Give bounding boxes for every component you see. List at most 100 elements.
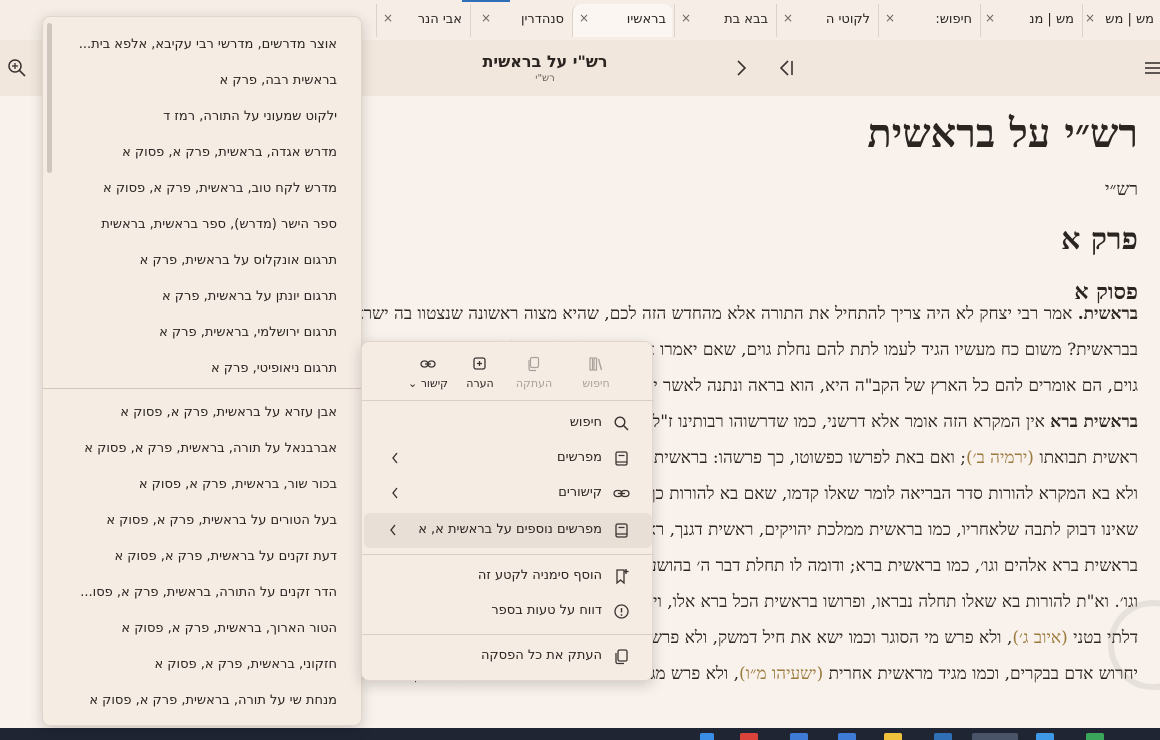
verse-reference[interactable]: (איוב ג׳) bbox=[1012, 628, 1067, 648]
related-texts-panel: אוצר מדרשים, מדרשי רבי עקיבא, אלפא בית..… bbox=[42, 16, 362, 726]
verse-reference[interactable]: (ישעיהו מ״ו) bbox=[739, 664, 823, 684]
copy-icon bbox=[615, 649, 628, 665]
related-text-item[interactable]: ילקוט שמעוני על התורה, רמז ד bbox=[57, 99, 337, 135]
related-text-item[interactable]: אברבנאל על תורה, בראשית, פרק א, פסוק א bbox=[57, 431, 337, 467]
close-icon[interactable]: × bbox=[579, 11, 589, 25]
taskbar-app-icon[interactable] bbox=[1086, 733, 1104, 740]
related-text-item[interactable]: תרגום יונתן על בראשית, פרק א bbox=[57, 279, 337, 315]
menu-item-label: מפרשים bbox=[556, 450, 602, 465]
tab-avi-haner[interactable]: אבי הנר × bbox=[376, 4, 468, 37]
tab-mesh-mesh[interactable]: מש | מש × bbox=[1082, 4, 1160, 37]
chevron-left-icon bbox=[392, 452, 398, 464]
taskbar-app-icon[interactable] bbox=[790, 733, 808, 740]
related-text-item[interactable]: ספר הישר (מדרש), ספר בראשית, בראשית bbox=[57, 207, 337, 243]
text-run: אמר רבי יצחק לא היה צריך להתחיל את התורה… bbox=[239, 304, 1078, 324]
toolbar-label: הערה bbox=[466, 377, 494, 390]
menu-item-more-commentaries[interactable]: מפרשים נוספים על בראשית א, א bbox=[364, 513, 652, 548]
context-menu: חיפוש העתקה הערה קישור ⌄ חיפוש מפרשים קי… bbox=[361, 341, 654, 681]
tab-label: חיפוש: bbox=[935, 12, 972, 27]
related-text-item[interactable]: בראשית רבה, פרק א bbox=[57, 63, 337, 99]
menu-item-commentaries[interactable]: מפרשים bbox=[364, 441, 652, 476]
book-icon bbox=[615, 451, 628, 466]
lemma-heading: בראשית ברא bbox=[1050, 412, 1138, 432]
book-icon bbox=[615, 523, 628, 538]
skip-to-end-icon[interactable] bbox=[774, 57, 796, 79]
scrollbar[interactable] bbox=[47, 23, 52, 173]
menu-item-label: הוסף סימניה לקטע זה bbox=[477, 568, 602, 583]
close-icon[interactable]: × bbox=[783, 11, 793, 25]
toolbar-copy-button[interactable]: העתקה bbox=[510, 356, 558, 396]
close-icon[interactable]: × bbox=[1085, 11, 1095, 25]
zoom-icon[interactable] bbox=[6, 57, 28, 79]
tab-bereshit[interactable]: בראשיו × bbox=[572, 4, 672, 37]
menu-item-search[interactable]: חיפוש bbox=[364, 406, 652, 441]
bookmark-add-icon bbox=[616, 569, 629, 585]
alert-icon bbox=[614, 604, 629, 619]
tab-label: בראשיו bbox=[626, 12, 666, 27]
toolbar-link-button[interactable]: קישור ⌄ bbox=[404, 356, 452, 396]
close-icon[interactable]: × bbox=[885, 11, 895, 25]
link-icon bbox=[613, 489, 630, 498]
header-subtitle: רש"י bbox=[535, 73, 555, 84]
related-text-item[interactable]: דעת זקנים על בראשית, פרק א, פסוק א bbox=[57, 539, 337, 575]
related-text-item[interactable]: תרגום ניאופיטי, פרק א bbox=[57, 351, 337, 387]
tab-bava-batra[interactable]: בבא בת × bbox=[674, 4, 774, 37]
chevron-right-icon[interactable] bbox=[730, 57, 752, 79]
book-title: רש״י על בראשית bbox=[867, 110, 1138, 157]
toolbar-label: קישור ⌄ bbox=[408, 377, 448, 390]
library-icon bbox=[589, 357, 603, 371]
close-icon[interactable]: × bbox=[681, 11, 691, 25]
tab-label: סנהדרין bbox=[520, 12, 564, 27]
related-text-item[interactable]: בכור שור, בראשית, פרק א, פסוק א bbox=[57, 467, 337, 503]
related-text-item[interactable]: הטור הארוך, בראשית, פרק א, פסוק א bbox=[57, 611, 337, 647]
text-run: יחרוש אדם בבקרים, וכמו מגיד מראשית אחרית bbox=[823, 664, 1138, 684]
verse-reference[interactable]: (ירמיה ב׳) bbox=[966, 448, 1034, 468]
text-line: בראשית. אמר רבי יצחק לא היה צריך להתחיל … bbox=[240, 296, 1138, 332]
related-text-item[interactable]: אוצר מדרשים, מדרשי רבי עקיבא, אלפא בית..… bbox=[57, 27, 337, 63]
menu-item-add-bookmark[interactable]: הוסף סימניה לקטע זה bbox=[364, 559, 652, 594]
menu-item-copy-paragraph[interactable]: העתק את כל הפסקה bbox=[364, 639, 652, 674]
toolbar-search-button[interactable]: חיפוש bbox=[572, 356, 620, 396]
tab-mesh-men[interactable]: מש | מנ × bbox=[980, 4, 1080, 37]
note-add-icon bbox=[473, 357, 486, 370]
taskbar-app-icon[interactable] bbox=[740, 733, 758, 740]
lemma-heading: בראשית. bbox=[1077, 304, 1138, 324]
tab-label: מש | מנ bbox=[1029, 12, 1074, 27]
tab-label: לקוטי ה bbox=[825, 12, 870, 27]
taskbar-app-icon[interactable] bbox=[972, 733, 1018, 740]
taskbar-app-icon[interactable] bbox=[884, 733, 902, 740]
taskbar-app-icon[interactable] bbox=[1036, 733, 1054, 740]
taskbar-app-icon[interactable] bbox=[700, 733, 714, 740]
taskbar-app-icon[interactable] bbox=[934, 733, 952, 740]
menu-item-label: חיפוש bbox=[569, 415, 602, 430]
menu-divider bbox=[362, 554, 654, 555]
toolbar-label: העתקה bbox=[515, 377, 553, 390]
close-icon[interactable]: × bbox=[985, 11, 995, 25]
text-run: ראשית תבואתו bbox=[1033, 448, 1138, 468]
close-icon[interactable]: × bbox=[481, 11, 491, 25]
tab-likutei[interactable]: לקוטי ה × bbox=[776, 4, 876, 37]
close-icon[interactable]: × bbox=[383, 11, 393, 25]
tab-search[interactable]: חיפוש: × bbox=[878, 4, 978, 37]
related-text-item[interactable]: תרגום ירושלמי, בראשית, פרק א bbox=[57, 315, 337, 351]
related-text-item[interactable]: מדרש אגדה, בראשית, פרק א, פסוק א bbox=[57, 135, 337, 171]
chevron-left-icon bbox=[392, 487, 398, 499]
taskbar-app-icon[interactable] bbox=[838, 733, 856, 740]
related-text-item[interactable]: הדר זקנים על התורה, בראשית, פרק א, פסו..… bbox=[57, 575, 337, 611]
related-text-item[interactable]: מנחת שי על תורה, בראשית, פרק א, פסוק א bbox=[57, 683, 337, 719]
copy-icon bbox=[528, 356, 540, 372]
menu-item-report-error[interactable]: דווח על טעות בספר bbox=[364, 594, 652, 629]
related-text-item[interactable]: מדרש לקח טוב, בראשית, פרק א, פסוק א bbox=[57, 171, 337, 207]
active-tab-indicator bbox=[462, 0, 510, 2]
related-text-item[interactable]: חזקוני, בראשית, פרק א, פסוק א bbox=[57, 647, 337, 683]
toolbar-note-button[interactable]: הערה bbox=[456, 356, 504, 396]
chapter-heading: פרק א bbox=[1061, 222, 1138, 257]
related-text-item[interactable]: אבן עזרא על בראשית, פרק א, פסוק א bbox=[57, 395, 337, 431]
related-text-item[interactable]: תרגום אונקלוס על בראשית, פרק א bbox=[57, 243, 337, 279]
menu-item-links[interactable]: קישורים bbox=[364, 476, 652, 511]
related-text-item[interactable]: בעל הטורים על בראשית, פרק א, פסוק א bbox=[57, 503, 337, 539]
menu-item-label: דווח על טעות בספר bbox=[491, 603, 602, 618]
menu-icon[interactable] bbox=[1142, 57, 1160, 79]
tab-sanhedrin[interactable]: סנהדרין × bbox=[470, 4, 570, 37]
menu-divider bbox=[362, 400, 654, 401]
